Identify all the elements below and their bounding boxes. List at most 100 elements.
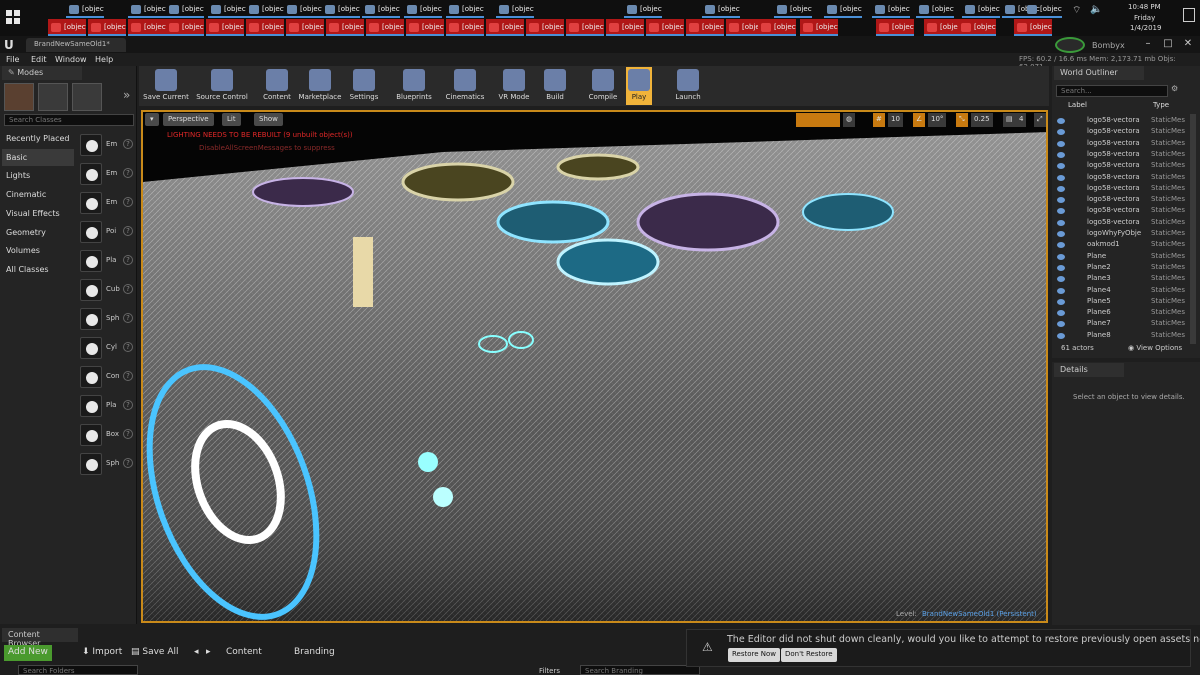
transform-mode-icons[interactable] [796, 113, 840, 127]
filters-button[interactable]: Filters [539, 667, 560, 675]
taskbar-app-button[interactable]: [object Object] [322, 1, 360, 18]
help-icon[interactable]: ? [123, 226, 133, 236]
outliner-row[interactable]: oakmod1 StaticMes [1054, 240, 1189, 251]
mode-category[interactable]: Visual Effects [2, 205, 74, 222]
visibility-eye-icon[interactable] [1057, 332, 1065, 339]
level-tab[interactable]: BrandNewSameOld1* [26, 38, 126, 52]
menu-file[interactable]: File [6, 55, 19, 64]
taskbar-app-button[interactable]: [object Object] [406, 19, 444, 36]
outliner-row[interactable]: Plane4 StaticMes [1054, 286, 1189, 297]
taskbar-app-button[interactable]: [object Object] [88, 19, 126, 36]
perspective-button[interactable]: Perspective [163, 113, 214, 126]
taskbar-app-button[interactable]: [object Object] [924, 19, 962, 36]
search-branding-input[interactable]: Search Branding [580, 665, 700, 675]
placeable-asset[interactable]: Em? [78, 132, 136, 159]
taskbar-app-button[interactable]: [object Object] [702, 1, 740, 18]
menu-help[interactable]: Help [95, 55, 113, 64]
outliner-row[interactable]: Plane StaticMes [1054, 252, 1189, 263]
scale-snap-value[interactable]: 0.25 [971, 113, 993, 127]
toolbar-button[interactable]: Launch [670, 67, 706, 105]
taskbar-app-button[interactable]: [object Object] [128, 19, 166, 36]
help-icon[interactable]: ? [123, 371, 133, 381]
breadcrumb-content[interactable]: Content [222, 645, 266, 661]
placeable-asset[interactable]: Pla? [78, 248, 136, 275]
taskbar-app-button[interactable]: [object Object] [1024, 1, 1062, 18]
camera-speed-icon[interactable]: ▤ [1003, 113, 1016, 127]
outliner-scrollbar[interactable] [1190, 114, 1196, 344]
visibility-eye-icon[interactable] [1057, 321, 1065, 328]
minimize-icon[interactable]: – [1140, 38, 1156, 52]
help-icon[interactable]: ? [123, 197, 133, 207]
visibility-eye-icon[interactable] [1057, 287, 1065, 294]
visibility-eye-icon[interactable] [1057, 208, 1065, 215]
import-button[interactable]: ⬇ Import [78, 645, 126, 661]
mode-category[interactable]: Volumes [2, 242, 74, 259]
outliner-row[interactable]: Plane7 StaticMes [1054, 319, 1189, 330]
toolbar-button[interactable]: Marketplace [297, 67, 343, 105]
taskbar-app-button[interactable]: [object Object] [446, 19, 484, 36]
visibility-eye-icon[interactable] [1057, 276, 1065, 283]
outliner-col-label[interactable]: Label [1068, 101, 1087, 109]
outliner-row[interactable]: Plane6 StaticMes [1054, 308, 1189, 319]
taskbar-app-button[interactable]: [object Object] [686, 19, 724, 36]
outliner-row[interactable]: Plane2 StaticMes [1054, 263, 1189, 274]
visibility-eye-icon[interactable] [1057, 242, 1065, 249]
modes-tab[interactable]: ✎ Modes [2, 66, 82, 80]
taskbar-app-button[interactable]: [object Object] [962, 1, 1000, 18]
outliner-row[interactable]: logoWhyFyObje StaticMes [1054, 229, 1189, 240]
forward-icon[interactable]: ▸ [202, 645, 215, 661]
menu-window[interactable]: Window [55, 55, 87, 64]
toolbar-button[interactable]: Content [260, 67, 294, 105]
toolbar-button[interactable]: Build [538, 67, 572, 105]
taskbar-app-button[interactable]: [object Object] [246, 19, 284, 36]
placeable-asset[interactable]: Cub? [78, 277, 136, 304]
visibility-eye-icon[interactable] [1057, 310, 1065, 317]
outliner-row[interactable]: logo58-vectora StaticMes [1054, 116, 1189, 127]
taskbar-app-button[interactable]: [object Object] [404, 1, 442, 18]
visibility-eye-icon[interactable] [1057, 163, 1065, 170]
camera-speed-value[interactable]: 4 [1016, 113, 1027, 127]
scale-snap-icon[interactable]: ⤡ [956, 113, 968, 127]
toolbar-button[interactable]: Cinematics [443, 67, 487, 105]
chevron-right-icon[interactable]: » [123, 88, 130, 102]
mode-category[interactable]: Lights [2, 167, 74, 184]
help-icon[interactable]: ? [123, 429, 133, 439]
search-classes-input[interactable]: Search Classes [4, 114, 134, 126]
taskbar-app-button[interactable]: [object Object] [486, 19, 524, 36]
placeable-asset[interactable]: Em? [78, 161, 136, 188]
taskbar-app-button[interactable]: [object Object] [872, 1, 910, 18]
details-tab[interactable]: Details [1054, 363, 1124, 377]
visibility-eye-icon[interactable] [1057, 253, 1065, 260]
mode-category[interactable]: Basic [2, 148, 74, 166]
outliner-row[interactable]: logo58-vectora StaticMes [1054, 195, 1189, 206]
placeable-asset[interactable]: Pla? [78, 393, 136, 420]
taskbar-app-button[interactable]: [object Object] [824, 1, 862, 18]
toolbar-button[interactable]: Blueprints [391, 67, 437, 105]
menu-edit[interactable]: Edit [31, 55, 47, 64]
placeable-asset[interactable]: Cyl? [78, 335, 136, 362]
help-icon[interactable]: ? [123, 400, 133, 410]
show-button[interactable]: Show [254, 113, 283, 126]
taskbar-app-button[interactable]: [object Object] [166, 19, 204, 36]
outliner-row[interactable]: Plane8 StaticMes [1054, 331, 1189, 342]
mode-category[interactable]: Recently Placed [2, 130, 74, 147]
toolbar-button[interactable]: Play [626, 67, 652, 105]
world-space-icon[interactable]: ◍ [843, 113, 855, 127]
clock-time[interactable]: 10:48 PM [1128, 3, 1161, 11]
visibility-eye-icon[interactable] [1057, 151, 1065, 158]
outliner-search-input[interactable]: Search... [1056, 85, 1168, 97]
help-icon[interactable]: ? [123, 168, 133, 178]
add-new-button[interactable]: Add New [4, 645, 52, 661]
outliner-row[interactable]: logo58-vectora StaticMes [1054, 173, 1189, 184]
mode-category[interactable]: Cinematic [2, 186, 74, 203]
visibility-eye-icon[interactable] [1057, 174, 1065, 181]
visibility-eye-icon[interactable] [1057, 185, 1065, 192]
taskbar-app-button[interactable]: [object Object] [166, 1, 204, 18]
back-icon[interactable]: ◂ [190, 645, 203, 661]
outliner-row[interactable]: logo58-vectora StaticMes [1054, 218, 1189, 229]
toolbar-button[interactable]: Source Control [195, 67, 249, 105]
taskbar-app-button[interactable]: [object Object] [876, 19, 914, 36]
toolbar-button[interactable]: VR Mode [495, 67, 533, 105]
taskbar-app-button[interactable]: [object Object] [1014, 19, 1052, 36]
visibility-eye-icon[interactable] [1057, 264, 1065, 271]
